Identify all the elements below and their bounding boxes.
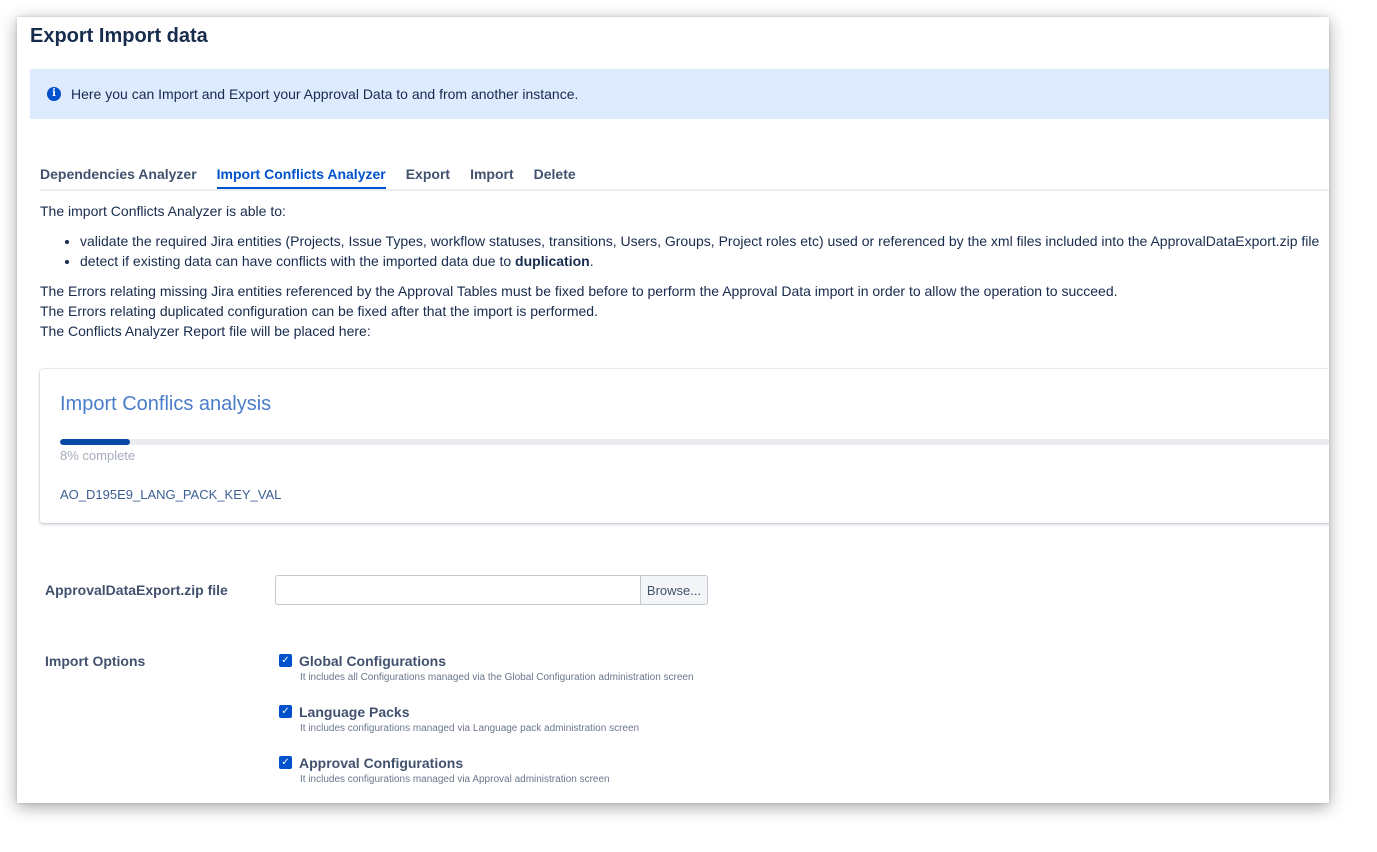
option-title: Global Configurations <box>299 653 446 669</box>
bullet2-prefix: detect if existing data can have conflic… <box>80 253 516 269</box>
tab-delete[interactable]: Delete <box>534 165 576 187</box>
bullet2-bold: duplication <box>515 253 590 269</box>
page-frame: Export Import data i Here you can Import… <box>17 17 1329 803</box>
import-options-label: Import Options <box>45 653 146 669</box>
list-item: validate the required Jira entities (Pro… <box>80 231 1325 251</box>
tab-dependencies-analyzer[interactable]: Dependencies Analyzer <box>40 165 197 187</box>
description-line: The Conflicts Analyzer Report file will … <box>40 323 371 339</box>
list-item: detect if existing data can have conflic… <box>80 251 1325 271</box>
analysis-title: Import Conflics analysis <box>60 393 272 415</box>
capabilities-list: validate the required Jira entities (Pro… <box>40 231 1325 271</box>
info-icon: i <box>47 87 61 101</box>
description-intro: The import Conflicts Analyzer is able to… <box>40 203 286 219</box>
description-line: The Errors relating missing Jira entitie… <box>40 283 1118 299</box>
option-description: It includes all Configurations managed v… <box>300 672 694 683</box>
page-title: Export Import data <box>30 25 208 47</box>
tab-import-conflicts-analyzer[interactable]: Import Conflicts Analyzer <box>216 165 386 189</box>
tab-import[interactable]: Import <box>470 165 514 187</box>
info-banner-text: Here you can Import and Export your Appr… <box>71 86 579 102</box>
bullet2-suffix: . <box>589 253 594 269</box>
option-title: Language Packs <box>299 704 410 720</box>
info-banner: i Here you can Import and Export your Ap… <box>30 69 1329 119</box>
progress-bar <box>60 439 1329 445</box>
progress-label: 8% complete <box>60 448 136 463</box>
analyzer-description: The import Conflicts Analyzer is able to… <box>40 201 1325 341</box>
file-upload-input[interactable] <box>275 575 640 605</box>
progress-fill <box>60 439 130 445</box>
current-table-name: AO_D195E9_LANG_PACK_KEY_VAL <box>60 487 282 502</box>
checkbox-checked-icon[interactable]: ✓ <box>279 756 292 769</box>
checkbox-checked-icon[interactable]: ✓ <box>279 654 292 667</box>
option-title: Approval Configurations <box>299 755 464 771</box>
description-line: The Errors relating duplicated configura… <box>40 303 598 319</box>
browse-button[interactable]: Browse... <box>640 575 708 605</box>
option-description: It includes configurations managed via A… <box>300 774 610 785</box>
checkbox-checked-icon[interactable]: ✓ <box>279 705 292 718</box>
analysis-panel: Import Conflics analysis 8% complete AO_… <box>40 369 1329 523</box>
option-description: It includes configurations managed via L… <box>300 723 640 734</box>
tab-export[interactable]: Export <box>406 165 450 187</box>
file-upload-label: ApprovalDataExport.zip file <box>45 582 228 598</box>
tab-bar: Dependencies Analyzer Import Conflicts A… <box>40 165 1329 191</box>
